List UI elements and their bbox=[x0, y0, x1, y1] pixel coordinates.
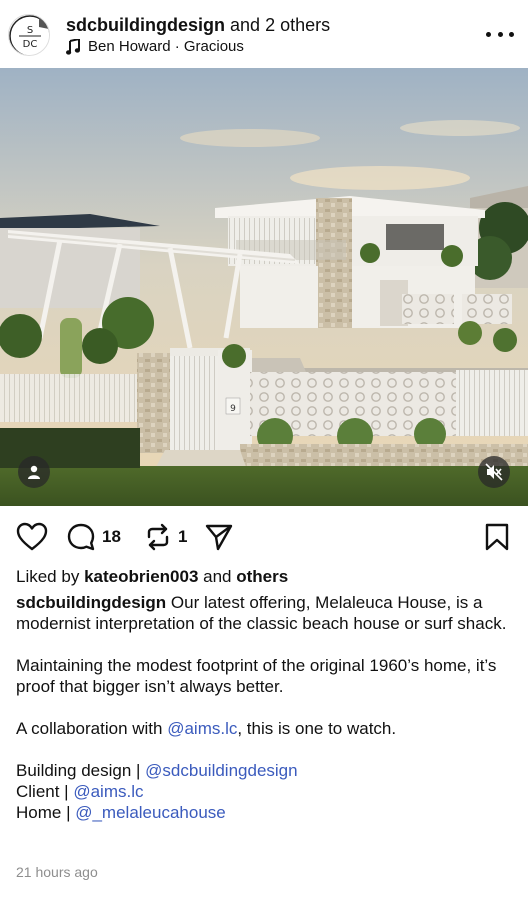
repost-button[interactable]: 1 bbox=[144, 522, 187, 552]
person-icon bbox=[28, 465, 40, 479]
credit-1-link[interactable]: @sdcbuildingdesign bbox=[145, 761, 297, 780]
avatar-logo-icon: S DC bbox=[9, 15, 49, 55]
caption-paragraph-2: Maintaining the modest footprint of the … bbox=[16, 656, 497, 696]
post-image[interactable]: 9 bbox=[0, 68, 528, 506]
house-render-image: 9 bbox=[0, 68, 528, 506]
avatar[interactable]: S DC bbox=[8, 14, 50, 56]
comment-button[interactable]: 18 bbox=[66, 522, 121, 552]
caption-paragraph-3: A collaboration with @aims.lc, this is o… bbox=[16, 718, 516, 739]
heart-icon bbox=[16, 522, 48, 551]
speaker-muted-icon bbox=[485, 463, 503, 481]
credit-3-link[interactable]: @_melaleucahouse bbox=[75, 803, 226, 822]
coauthors-text[interactable]: and 2 others bbox=[230, 15, 330, 35]
avatar-text-top: S bbox=[27, 25, 33, 36]
music-info[interactable]: Ben Howard · Gracious bbox=[66, 38, 244, 56]
send-icon bbox=[205, 524, 233, 551]
credit-line-2: Client | @aims.lc bbox=[16, 781, 516, 802]
comment-count: 18 bbox=[102, 527, 121, 546]
save-button[interactable] bbox=[484, 522, 510, 552]
credit-3-label: Home | bbox=[16, 803, 76, 822]
more-options-button[interactable] bbox=[486, 24, 514, 44]
caption-paragraph-1: sdcbuildingdesign Our latest offering, M… bbox=[16, 592, 516, 634]
share-button[interactable] bbox=[204, 522, 234, 552]
post-header: S DC sdcbuildingdesign and 2 others Ben … bbox=[0, 0, 528, 68]
caption-username[interactable]: sdcbuildingdesign bbox=[16, 593, 166, 612]
action-bar: 18 1 bbox=[0, 514, 528, 562]
more-horizontal-icon bbox=[486, 31, 491, 37]
liked-by[interactable]: Liked by kateobrien003 and others bbox=[16, 566, 288, 588]
credit-line-3: Home | @_melaleucahouse bbox=[16, 802, 516, 823]
author-line: sdcbuildingdesign and 2 others bbox=[66, 14, 330, 36]
mute-toggle-button[interactable] bbox=[478, 456, 510, 488]
credit-2-link[interactable]: @aims.lc bbox=[73, 782, 143, 801]
repost-icon bbox=[147, 523, 169, 551]
collab-prefix: A collaboration with bbox=[16, 719, 168, 738]
music-note-icon bbox=[66, 39, 80, 55]
post-caption: sdcbuildingdesign Our latest offering, M… bbox=[16, 592, 516, 823]
caption-gap bbox=[16, 697, 516, 718]
liked-by-prefix: Liked by bbox=[16, 567, 80, 586]
liked-by-middle: and bbox=[203, 567, 232, 586]
liked-by-user[interactable]: kateobrien003 bbox=[84, 567, 198, 586]
tagged-users-button[interactable] bbox=[18, 456, 50, 488]
music-label: Ben Howard · Gracious bbox=[88, 38, 244, 55]
liked-by-others[interactable]: others bbox=[236, 567, 288, 586]
more-dot bbox=[497, 31, 503, 37]
avatar-text-bottom: DC bbox=[23, 39, 38, 50]
post-timestamp: 21 hours ago bbox=[16, 864, 98, 880]
like-button[interactable] bbox=[16, 522, 48, 552]
caption-gap bbox=[16, 634, 516, 655]
collab-mention-link[interactable]: @aims.lc bbox=[167, 719, 237, 738]
credit-2-label: Client | bbox=[16, 782, 74, 801]
comment-icon bbox=[67, 523, 95, 551]
caption-gap bbox=[16, 739, 516, 760]
bookmark-icon bbox=[485, 523, 509, 551]
house-number-text: 9 bbox=[230, 404, 236, 414]
credit-1-label: Building design | bbox=[16, 761, 146, 780]
repost-count: 1 bbox=[178, 527, 188, 546]
author-username[interactable]: sdcbuildingdesign bbox=[66, 15, 225, 35]
credit-line-1: Building design | @sdcbuildingdesign bbox=[16, 760, 516, 781]
collab-suffix: , this is one to watch. bbox=[237, 719, 397, 738]
more-dot bbox=[509, 31, 514, 37]
